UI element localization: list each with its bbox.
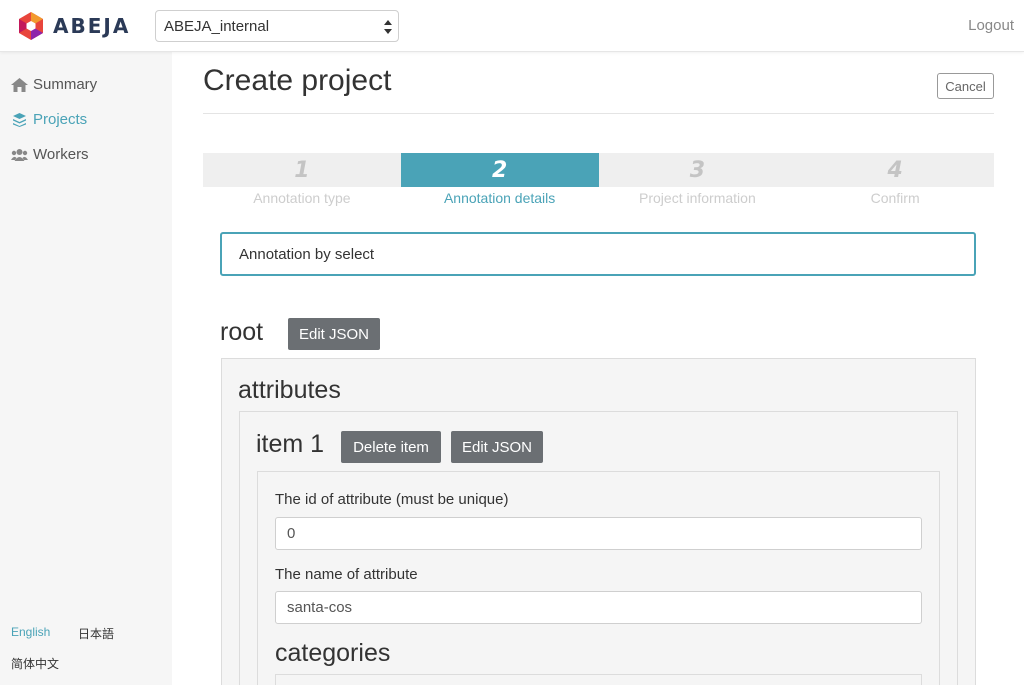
sidebar-item-label: Workers: [33, 146, 89, 163]
attribute-id-input[interactable]: 0: [275, 517, 922, 550]
brand-name: ABEJA: [53, 14, 131, 38]
users-icon: [11, 148, 28, 161]
root-heading: root: [220, 318, 264, 346]
step-progress: 1 2 3 4: [203, 153, 994, 187]
categories-heading: categories: [275, 639, 391, 667]
sidebar: Summary Projects Workers English 日本語 简体中…: [0, 52, 172, 685]
title-divider: [203, 113, 994, 114]
step-label-project-information: Project information: [639, 190, 756, 206]
step-label-confirm: Confirm: [870, 190, 920, 206]
organization-select[interactable]: ABEJA_internal: [155, 10, 399, 42]
root-edit-json-button[interactable]: Edit JSON: [288, 318, 380, 350]
page-title: Create project: [203, 64, 392, 97]
step-2: 2: [400, 153, 599, 187]
annotation-type-display: Annotation by select: [220, 232, 976, 276]
cancel-button[interactable]: Cancel: [937, 73, 994, 99]
categories-panel: [275, 674, 922, 685]
logout-link[interactable]: Logout: [968, 17, 1014, 34]
layers-icon: [13, 112, 26, 127]
item-edit-json-button[interactable]: Edit JSON: [451, 431, 543, 463]
language-chinese[interactable]: 简体中文: [11, 655, 59, 672]
home-icon: [11, 77, 28, 92]
abeja-logo[interactable]: ABEJA: [17, 11, 130, 41]
delete-item-button[interactable]: Delete item: [341, 431, 441, 463]
attribute-name-input[interactable]: santa-cos: [275, 591, 922, 624]
attribute-name-label: The name of attribute: [275, 566, 418, 583]
step-1: 1: [294, 157, 310, 183]
sidebar-item-projects[interactable]: Projects: [11, 111, 87, 128]
step-labels: Annotation type Annotation details Proje…: [203, 190, 994, 206]
attributes-heading: attributes: [238, 376, 341, 404]
sidebar-item-label: Projects: [33, 111, 88, 128]
attribute-id-label: The id of attribute (must be unique): [275, 491, 509, 508]
language-japanese[interactable]: 日本語: [78, 625, 114, 642]
organization-select-value: ABEJA_internal: [164, 17, 270, 35]
abeja-logo-icon: [19, 12, 43, 40]
select-arrows-icon: [384, 20, 392, 34]
sidebar-item-summary[interactable]: Summary: [11, 76, 97, 93]
sidebar-item-workers[interactable]: Workers: [11, 146, 89, 163]
sidebar-item-label: Summary: [33, 76, 98, 93]
step-3: 3: [689, 157, 706, 183]
step-label-annotation-details: Annotation details: [443, 190, 556, 206]
language-english[interactable]: English: [11, 625, 50, 639]
item-heading: item 1: [256, 430, 325, 458]
step-4: 4: [887, 157, 903, 183]
step-label-annotation-type: Annotation type: [253, 190, 351, 206]
top-bar: ABEJA ABEJA_internal Logout: [0, 0, 1024, 52]
